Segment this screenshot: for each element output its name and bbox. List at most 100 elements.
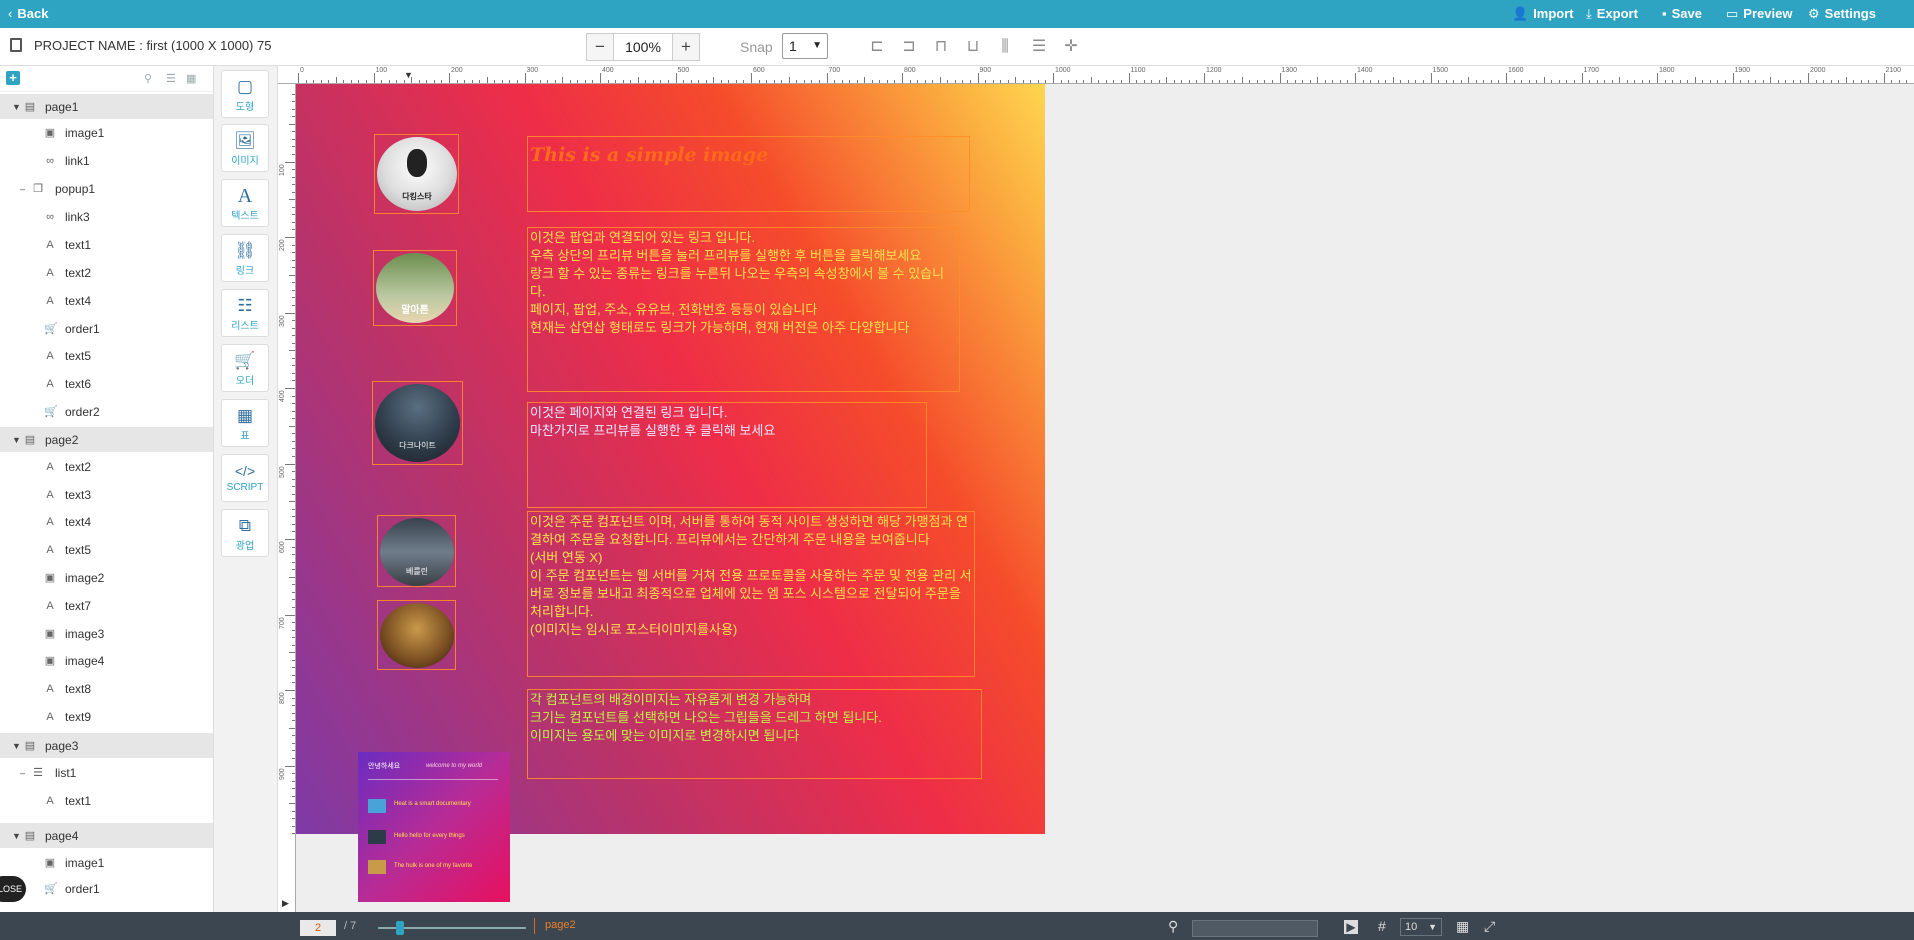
align-bottom-icon[interactable]: ⊔ xyxy=(964,38,982,56)
ruler-minor-tick xyxy=(562,77,564,83)
text-component[interactable]: 이것은 주문 컴포넌트 이며, 서버를 통하여 동적 사이트 생성하면 해당 가… xyxy=(527,511,975,677)
fullscreen-icon[interactable]: ⤢ xyxy=(1484,918,1495,935)
tree-item[interactable]: ▣ image1 xyxy=(0,120,213,146)
tree-item[interactable]: Atext4 xyxy=(0,509,213,535)
export-button[interactable]: ⤓ Export xyxy=(1586,0,1638,28)
ruler-minor-tick xyxy=(1891,80,1893,83)
tree-page-page3[interactable]: ▼ ▤ page3 xyxy=(0,732,213,759)
canvas-page[interactable]: 다킹스타 말아톤 다크나이트 베를린 This is a simple imag… xyxy=(296,84,1045,902)
ruler-minor-tick xyxy=(292,773,295,775)
grid-size-select[interactable]: 10 ▼ xyxy=(1400,918,1442,936)
tree-item[interactable]: Atext4 xyxy=(0,288,213,314)
play-icon[interactable]: ▶ xyxy=(1344,920,1358,934)
tree-item[interactable]: Atext5 xyxy=(0,537,213,563)
slider-handle[interactable] xyxy=(396,921,404,935)
collapse-icon[interactable]: – xyxy=(20,176,25,202)
text-component[interactable]: 이것은 페이지와 연결된 링크 입니다. 마찬가지로 프리뷰를 실행한 후 클릭… xyxy=(527,402,927,508)
tree-item[interactable]: ▣ image1 xyxy=(0,850,213,876)
ruler-marker-icon[interactable]: ▼ xyxy=(404,70,413,80)
list-view-icon[interactable]: ☰ xyxy=(166,72,176,85)
zoom-in-button[interactable]: + xyxy=(673,34,699,60)
ruler-marker-icon[interactable]: ▶ xyxy=(282,898,289,909)
grid-view-icon[interactable]: ▦ xyxy=(1456,918,1469,935)
distribute-horizontal-icon[interactable]: ⫼ xyxy=(996,38,1014,56)
script-tool-button[interactable]: </> SCRIPT xyxy=(221,454,269,502)
search-icon[interactable]: ⚲ xyxy=(144,72,152,85)
distribute-vertical-icon[interactable]: ☰ xyxy=(1030,38,1048,56)
list-tool-button[interactable]: ☷ 리스트 xyxy=(221,289,269,337)
image-component[interactable] xyxy=(377,600,456,670)
align-left-icon[interactable]: ⊏ xyxy=(868,38,886,56)
page-number-input[interactable]: 2 xyxy=(300,920,336,936)
collapse-icon[interactable]: – xyxy=(20,760,25,786)
collapse-icon[interactable]: ▼ xyxy=(12,427,21,453)
tree-item[interactable]: ▣ image3 xyxy=(0,621,213,647)
collapse-icon[interactable]: ▼ xyxy=(12,94,21,120)
tree-label: page1 xyxy=(45,100,79,114)
collapse-icon[interactable]: ▼ xyxy=(12,823,21,849)
add-page-button[interactable]: + xyxy=(6,71,20,85)
tree-item[interactable]: Atext5 xyxy=(0,343,213,369)
image-component[interactable]: 말아톤 xyxy=(373,250,457,326)
chevron-down-icon: ▼ xyxy=(812,40,822,51)
tree-item[interactable]: Atext1 xyxy=(0,788,213,814)
order-tool-button[interactable]: 🛒 오더 xyxy=(221,344,269,392)
image-component[interactable]: 다킹스타 xyxy=(374,134,459,214)
zoom-value[interactable]: 100% xyxy=(613,34,673,60)
text-tool-button[interactable]: A 텍스트 xyxy=(221,179,269,227)
popup-preview[interactable]: 안녕하세요 welcome to my world Heat is a smar… xyxy=(358,752,510,902)
ruler-minor-tick xyxy=(292,380,295,382)
tree-item[interactable]: 🛒 order1 xyxy=(0,316,213,342)
grid-view-icon[interactable]: ▦ xyxy=(186,72,196,85)
zoom-out-button[interactable]: − xyxy=(587,34,613,60)
preview-button[interactable]: ▭ Preview xyxy=(1726,0,1792,28)
tree-page-page2[interactable]: ▼ ▤ page2 xyxy=(0,426,213,453)
align-top-icon[interactable]: ⊓ xyxy=(932,38,950,56)
tree-item[interactable]: 🛒 order1 xyxy=(0,876,213,902)
image-component[interactable]: 베를린 xyxy=(377,515,456,587)
tree-item[interactable]: ▣ image2 xyxy=(0,565,213,591)
tree-item[interactable]: Atext8 xyxy=(0,676,213,702)
search-input[interactable] xyxy=(1192,920,1318,937)
text-component[interactable]: 이것은 팝업과 연결되어 있는 링크 입니다. 우측 상단의 프리뷰 버튼을 눌… xyxy=(527,227,960,392)
tree-list-list1[interactable]: – ☰ list1 xyxy=(0,760,213,786)
table-tool-button[interactable]: ▦ 표 xyxy=(221,399,269,447)
back-button[interactable]: ‹ Back xyxy=(8,0,48,28)
canvas-area[interactable]: 0 100 200 300 400 500 600 700 800 900 1000 1100 1200… xyxy=(278,66,1914,912)
tree-item[interactable]: Atext2 xyxy=(0,260,213,286)
tree-item[interactable]: Atext1 xyxy=(0,232,213,258)
snap-select[interactable]: 1 ▼ xyxy=(782,33,828,59)
settings-button[interactable]: ⚙ Settings xyxy=(1808,0,1876,28)
ruler-minor-tick xyxy=(841,80,843,83)
close-button[interactable]: LOSE xyxy=(0,876,26,902)
zoom-search-icon[interactable]: ⚲ xyxy=(1168,918,1178,935)
shape-tool-button[interactable]: ▢ 도형 xyxy=(221,70,269,118)
tree-item[interactable]: Atext2 xyxy=(0,454,213,480)
tree-page-page1[interactable]: ▼ ▤ page1 xyxy=(0,93,213,120)
tree-item[interactable]: ∞ link1 xyxy=(0,148,213,174)
page-slider[interactable] xyxy=(378,921,526,935)
poster-thumbnail: 베를린 xyxy=(380,518,454,586)
link-tool-button[interactable]: ⛓ 링크 xyxy=(221,234,269,282)
import-button[interactable]: 👤 Import xyxy=(1512,0,1574,28)
tree-page-page4[interactable]: ▼ ▤ page4 xyxy=(0,822,213,849)
ad-tool-button[interactable]: ⧉ 광업 xyxy=(221,509,269,557)
text-component[interactable]: This is a simple image xyxy=(527,136,970,212)
tool-label: 링크 xyxy=(235,266,255,277)
tree-item[interactable]: ▣ image4 xyxy=(0,648,213,674)
tree-item[interactable]: 🛒 order2 xyxy=(0,399,213,425)
image-tool-button[interactable]: 🖼 이미지 xyxy=(221,124,269,172)
save-button[interactable]: ▪ Save xyxy=(1662,0,1702,28)
text-component[interactable]: 각 컴포넌트의 배경이미지는 자유롭게 변경 가능하며 크기는 컴포넌트를 선택… xyxy=(527,689,982,779)
popup-thumbnail xyxy=(368,860,386,874)
collapse-icon[interactable]: ▼ xyxy=(12,733,21,759)
tree-item[interactable]: ∞ link3 xyxy=(0,204,213,230)
tree-item[interactable]: Atext7 xyxy=(0,593,213,619)
align-right-icon[interactable]: ⊐ xyxy=(900,38,918,56)
tree-popup-popup1[interactable]: – ❐ popup1 xyxy=(0,176,213,202)
tree-item[interactable]: Atext6 xyxy=(0,371,213,397)
center-crosshair-icon[interactable]: ✛ xyxy=(1062,38,1080,56)
image-component[interactable]: 다크나이트 xyxy=(372,381,463,465)
tree-item[interactable]: Atext9 xyxy=(0,704,213,730)
tree-item[interactable]: Atext3 xyxy=(0,482,213,508)
